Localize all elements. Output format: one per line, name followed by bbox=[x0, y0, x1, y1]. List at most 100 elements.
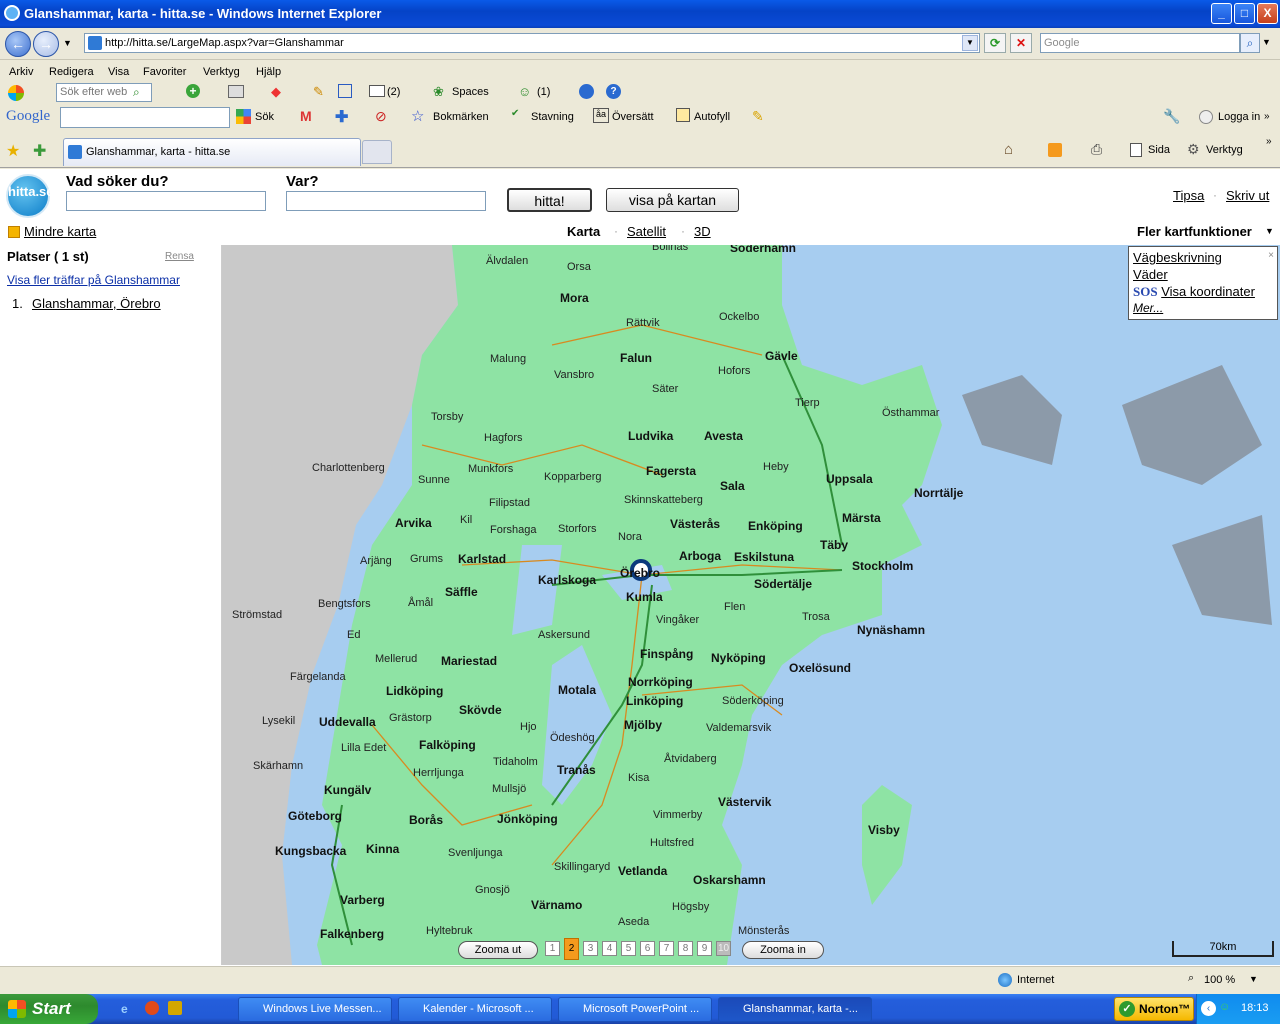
home-icon[interactable]: ⌂ bbox=[1004, 141, 1013, 158]
new-tab-button[interactable] bbox=[362, 140, 392, 164]
weather-link[interactable]: Väder bbox=[1133, 266, 1273, 283]
google-search-input[interactable] bbox=[60, 107, 230, 128]
add-favorites-icon[interactable]: ✚ bbox=[33, 141, 46, 161]
address-bar[interactable]: http://hitta.se/LargeMap.aspx?var=Glansh… bbox=[84, 33, 980, 53]
help-icon[interactable]: ? bbox=[606, 84, 621, 99]
mail-icon[interactable] bbox=[369, 85, 385, 97]
map-view[interactable]: Bollnäs Söderhamn Älvdalen Orsa Mora Rättvik O… bbox=[222, 245, 1280, 965]
pencil-icon[interactable]: ✎ bbox=[313, 84, 324, 100]
task-messenger[interactable]: Windows Live Messen... bbox=[238, 997, 392, 1022]
what-input[interactable] bbox=[66, 191, 266, 211]
gmail-icon[interactable]: M bbox=[300, 108, 312, 124]
spaces-icon[interactable]: ❀ bbox=[433, 84, 444, 100]
task-browser[interactable]: Glanshammar, karta -... bbox=[718, 997, 872, 1022]
directions-link[interactable]: Vägbeskrivning bbox=[1133, 249, 1273, 266]
autofill-button[interactable]: Autofyll bbox=[694, 111, 730, 123]
address-dropdown-icon[interactable]: ▼ bbox=[962, 35, 978, 51]
menu-arkiv[interactable]: Arkiv bbox=[9, 66, 33, 78]
tab-active[interactable]: Glanshammar, karta - hitta.se bbox=[63, 138, 361, 166]
hitta-logo[interactable]: hitta.se bbox=[6, 174, 54, 218]
zoom-level-6[interactable]: 6 bbox=[640, 941, 655, 956]
messenger-count[interactable]: (1) bbox=[537, 86, 550, 98]
translate-icon[interactable]: åa bbox=[593, 108, 609, 123]
tools-menu[interactable]: Verktyg bbox=[1206, 144, 1243, 156]
refresh-icon[interactable]: ⟳ bbox=[984, 33, 1006, 53]
tab-karta[interactable]: Karta bbox=[567, 224, 600, 239]
zoom-level-5[interactable]: 5 bbox=[621, 941, 636, 956]
print-icon[interactable]: ⎙ bbox=[1091, 141, 1102, 158]
stop-icon[interactable]: ✕ bbox=[1010, 33, 1032, 53]
wrench-icon[interactable]: 🔧 bbox=[1163, 108, 1180, 125]
translate-button[interactable]: Översätt bbox=[612, 111, 654, 123]
tab-3d[interactable]: 3D bbox=[694, 224, 711, 239]
zoom-level-4[interactable]: 4 bbox=[602, 941, 617, 956]
star-icon[interactable]: ☆ bbox=[411, 107, 424, 125]
smaller-map-link[interactable]: Mindre karta bbox=[24, 224, 96, 239]
zoom-level-9[interactable]: 9 bbox=[697, 941, 712, 956]
back-button[interactable]: ← bbox=[5, 31, 31, 57]
maximize-button[interactable]: □ bbox=[1234, 3, 1255, 24]
app-quicklaunch-icon[interactable] bbox=[168, 1001, 182, 1015]
edit-icon[interactable] bbox=[338, 84, 352, 98]
menu-redigera[interactable]: Redigera bbox=[49, 66, 94, 78]
clear-link[interactable]: Rensa bbox=[165, 251, 194, 262]
coordinates-link[interactable]: Visa koordinater bbox=[1161, 284, 1255, 299]
google-icon[interactable] bbox=[236, 109, 251, 124]
add-icon[interactable]: + bbox=[186, 84, 200, 98]
menu-hjalp[interactable]: Hjälp bbox=[256, 66, 281, 78]
favorites-star-icon[interactable]: ★ bbox=[6, 141, 20, 161]
gear-icon[interactable]: ⚙ bbox=[1187, 141, 1200, 158]
msn-icon[interactable] bbox=[579, 84, 594, 99]
more-functions-menu[interactable]: Fler kartfunktioner bbox=[1137, 224, 1252, 239]
minimize-button[interactable]: _ bbox=[1211, 3, 1232, 24]
plus-icon[interactable]: ✚ bbox=[335, 107, 348, 127]
show-on-map-button[interactable]: visa på kartan bbox=[606, 188, 739, 212]
chevron-right-icon[interactable]: » bbox=[1264, 111, 1270, 122]
chevron-down-icon[interactable]: ▼ bbox=[1249, 974, 1258, 984]
page-menu[interactable]: Sida bbox=[1148, 144, 1170, 156]
forward-button[interactable]: → bbox=[33, 31, 59, 57]
chevron-down-icon[interactable]: ▼ bbox=[1265, 226, 1274, 236]
zoom-level-2[interactable]: 2 bbox=[564, 938, 579, 960]
zoom-level-3[interactable]: 3 bbox=[583, 941, 598, 956]
zoom-level[interactable]: 100 % bbox=[1204, 974, 1235, 986]
rss-icon[interactable] bbox=[1048, 143, 1062, 157]
close-button[interactable]: X bbox=[1257, 3, 1278, 24]
messenger-icon[interactable]: ☺ bbox=[518, 84, 531, 99]
tray-expand-icon[interactable]: ‹ bbox=[1201, 1001, 1216, 1016]
color-icon[interactable]: ◆ bbox=[271, 84, 281, 100]
menu-verktyg[interactable]: Verktyg bbox=[203, 66, 240, 78]
bookmarks-button[interactable]: Bokmärken bbox=[433, 111, 489, 123]
menu-favoriter[interactable]: Favoriter bbox=[143, 66, 186, 78]
search-input[interactable]: Google bbox=[1040, 33, 1240, 53]
spelling-button[interactable]: Stavning bbox=[531, 111, 574, 123]
start-button[interactable]: Start bbox=[0, 994, 98, 1024]
ie-quicklaunch-icon[interactable]: e bbox=[121, 1002, 128, 1016]
zoom-level-7[interactable]: 7 bbox=[659, 941, 674, 956]
where-input[interactable] bbox=[286, 191, 486, 211]
page-menu-icon[interactable] bbox=[1130, 143, 1142, 157]
autofill-icon[interactable] bbox=[676, 108, 690, 122]
login-button[interactable]: Logga in bbox=[1218, 111, 1260, 123]
close-icon[interactable]: × bbox=[1268, 247, 1274, 264]
smaller-map-icon[interactable] bbox=[8, 226, 20, 238]
task-calendar[interactable]: Kalender - Microsoft ... bbox=[398, 997, 552, 1022]
search-icon[interactable]: ⌕ bbox=[1240, 33, 1260, 53]
print-link[interactable]: Skriv ut bbox=[1226, 188, 1269, 203]
zoom-level-10[interactable]: 10 bbox=[716, 941, 731, 956]
account-icon[interactable] bbox=[1199, 110, 1213, 124]
messenger-tray-icon[interactable]: ☺ bbox=[1219, 1001, 1230, 1013]
spellcheck-icon[interactable]: ✔ bbox=[511, 108, 519, 119]
more-link[interactable]: Mer... bbox=[1133, 300, 1273, 317]
search-icon[interactable]: ⌕ bbox=[133, 85, 140, 100]
menu-visa[interactable]: Visa bbox=[108, 66, 129, 78]
norton-button[interactable]: ✓ Norton™ bbox=[1114, 997, 1194, 1021]
firefox-quicklaunch-icon[interactable] bbox=[145, 1001, 159, 1015]
show-more-link[interactable]: Visa fler träffar på Glanshammar bbox=[7, 273, 180, 287]
task-powerpoint[interactable]: Microsoft PowerPoint ... bbox=[558, 997, 712, 1022]
msn-butterfly-icon[interactable] bbox=[8, 85, 24, 101]
highlight-icon[interactable]: ✎ bbox=[752, 108, 764, 125]
popup-blocker-icon[interactable]: ⊘ bbox=[375, 108, 387, 125]
tips-link[interactable]: Tipsa bbox=[1173, 188, 1204, 203]
zoom-out-button[interactable]: Zooma ut bbox=[458, 941, 538, 959]
